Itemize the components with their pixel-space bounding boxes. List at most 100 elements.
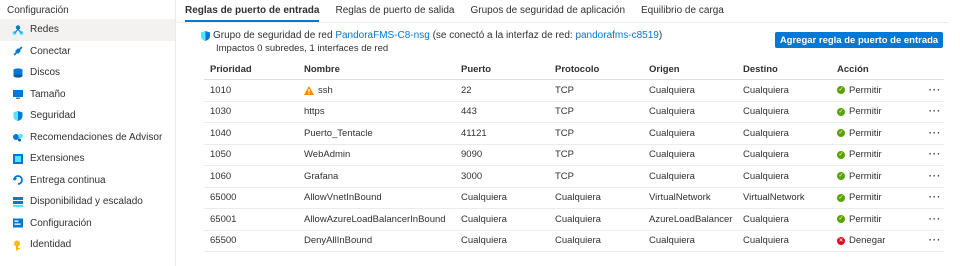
allow-icon: ✓ (837, 215, 845, 224)
shield-icon (12, 110, 24, 122)
cell-action: ✓ Permitir (831, 171, 920, 182)
cell-action-text: Permitir (849, 192, 882, 204)
table-row[interactable]: 1040 Puerto_Tentacle 41121 TCP Cualquiera Cua… (204, 123, 944, 145)
nsg-info: Grupo de seguridad de red PandoraFMS-C8-… (201, 30, 662, 41)
sidebar-item-configuracion[interactable]: Configuración (0, 213, 175, 235)
cell-destination: Cualquiera (743, 149, 789, 161)
tab-inbound-rules[interactable]: Reglas de puerto de entrada (177, 0, 327, 22)
more-options-button[interactable]: ··· (920, 192, 944, 203)
header-source[interactable]: Origen (643, 64, 737, 75)
sidebar-item-conectar[interactable]: Conectar (0, 41, 175, 63)
header-name[interactable]: Nombre (298, 64, 455, 75)
cell-action-text: Permitir (849, 127, 882, 139)
tab-load-balancing[interactable]: Equilibrio de carga (633, 0, 732, 22)
cell-action-text: Permitir (849, 149, 882, 161)
continuous-delivery-icon (12, 174, 24, 186)
header-action[interactable]: Acción (831, 64, 920, 75)
nsg-suffix: ) (658, 30, 663, 41)
sidebar-item-entrega-continua[interactable]: Entrega continua (0, 170, 175, 192)
sidebar-item-extensiones[interactable]: Extensiones (0, 148, 175, 170)
cell-protocol: Cualquiera (555, 192, 601, 204)
header-port[interactable]: Puerto (455, 64, 549, 75)
more-options-button[interactable]: ··· (920, 106, 944, 117)
more-options-button[interactable]: ··· (920, 128, 944, 139)
more-options-button[interactable]: ··· (920, 214, 944, 225)
sidebar-item-seguridad[interactable]: Seguridad (0, 105, 175, 127)
cell-name-text: DenyAllInBound (304, 235, 373, 247)
table-row[interactable]: 65001 AllowAzureLoadBalancerInBound Cualqu… (204, 209, 944, 231)
header-protocol[interactable]: Protocolo (549, 64, 643, 75)
cell-source: VirtualNetwork (649, 192, 711, 204)
cell-source: Cualquiera (649, 84, 695, 96)
allow-icon: ✓ (837, 193, 845, 202)
nsg-middle: (se conectó a la interfaz de red: (432, 30, 573, 41)
cell-priority: 65500 (210, 235, 237, 247)
size-icon (12, 88, 24, 100)
availability-icon (12, 196, 24, 208)
rules-table: Prioridad Nombre Puerto Protocolo Origen… (204, 60, 944, 252)
add-inbound-rule-button[interactable]: Agregar regla de puerto de entrada (775, 32, 943, 48)
cell-port: Cualquiera (461, 235, 507, 247)
nsg-name-link[interactable]: PandoraFMS-C8-nsg (335, 30, 429, 41)
tab-application-security-groups[interactable]: Grupos de seguridad de aplicación (462, 0, 633, 22)
header-destination[interactable]: Destino (737, 64, 831, 75)
sidebar-item-label: Redes (30, 24, 59, 36)
cell-action: ✓ Permitir (831, 106, 920, 117)
cell-priority: 1040 (210, 127, 232, 139)
table-row[interactable]: 1050 WebAdmin 9090 TCP Cualquiera Cualquiera ✓… (204, 145, 944, 166)
sidebar-item-identidad[interactable]: Identidad (0, 234, 175, 256)
cell-action: ✓ Permitir (831, 85, 920, 96)
cell-name-text: AllowAzureLoadBalancerInBound (304, 213, 446, 225)
connect-icon (12, 45, 24, 57)
sidebar-item-label: Discos (30, 67, 61, 79)
sidebar-item-label: Entrega continua (30, 174, 106, 186)
cell-priority: 1050 (210, 149, 232, 161)
cell-protocol: Cualquiera (555, 213, 601, 225)
cell-destination: Cualquiera (743, 170, 789, 182)
more-options-button[interactable]: ··· (920, 171, 944, 182)
table-row[interactable]: 1010 ssh 22 TCP Cualquiera Cualquiera ✓ Permiti… (204, 80, 944, 102)
allow-icon: ✓ (837, 86, 845, 95)
cell-name: AllowAzureLoadBalancerInBound (298, 214, 455, 225)
cell-source: Cualquiera (649, 106, 695, 118)
cell-name-text: Puerto_Tentacle (304, 127, 373, 139)
cell-port: 3000 (461, 170, 483, 182)
table-row[interactable]: 1030 https 443 TCP Cualquiera Cualquiera ✓ Perm… (204, 102, 944, 123)
cell-name: https (298, 106, 455, 117)
cell-action: ✓ Permitir (831, 214, 920, 225)
sidebar-item-label: Disponibilidad y escalado (30, 196, 143, 208)
cell-source: Cualquiera (649, 170, 695, 182)
cell-port: 22 (461, 84, 472, 96)
tab-outbound-rules[interactable]: Reglas de puerto de salida (327, 0, 462, 22)
table-row[interactable]: 1060 Grafana 3000 TCP Cualquiera Cualquiera ✓ P… (204, 166, 944, 188)
sidebar-item-advisor[interactable]: Recomendaciones de Advisor (0, 127, 175, 149)
nic-link[interactable]: pandorafms-c8519 (575, 30, 658, 41)
cell-priority: 1010 (210, 84, 232, 96)
cell-name: WebAdmin (298, 149, 455, 160)
table-row[interactable]: 65000 AllowVnetInBound Cualquiera Cualquier… (204, 188, 944, 209)
cell-name: AllowVnetInBound (298, 192, 455, 203)
cell-destination: Cualquiera (743, 127, 789, 139)
table-row[interactable]: 65500 DenyAllInBound Cualquiera Cualquiera C… (204, 231, 944, 252)
extensions-icon (12, 153, 24, 165)
sidebar-item-discos[interactable]: Discos (0, 62, 175, 84)
more-options-button[interactable]: ··· (920, 235, 944, 246)
more-options-button[interactable]: ··· (920, 85, 944, 96)
nsg-prefix: Grupo de seguridad de red (213, 30, 333, 41)
sidebar-item-tamano[interactable]: Tamaño (0, 84, 175, 106)
configuration-icon (12, 217, 24, 229)
sidebar-item-label: Identidad (30, 239, 72, 251)
allow-icon: ✓ (837, 172, 845, 181)
cell-priority: 1060 (210, 170, 232, 182)
nsg-shield-icon (201, 30, 210, 41)
cell-port: Cualquiera (461, 213, 507, 225)
identity-icon (12, 239, 24, 251)
cell-name-text: WebAdmin (304, 149, 351, 161)
more-options-button[interactable]: ··· (920, 149, 944, 160)
sidebar-item-label: Recomendaciones de Advisor (30, 131, 163, 143)
sidebar: Configuración Redes Conectar Discos Tama… (0, 0, 176, 266)
sidebar-item-redes[interactable]: Redes (0, 19, 175, 41)
sidebar-item-disponibilidad[interactable]: Disponibilidad y escalado (0, 191, 175, 213)
header-priority[interactable]: Prioridad (204, 64, 298, 75)
cell-port: Cualquiera (461, 192, 507, 204)
